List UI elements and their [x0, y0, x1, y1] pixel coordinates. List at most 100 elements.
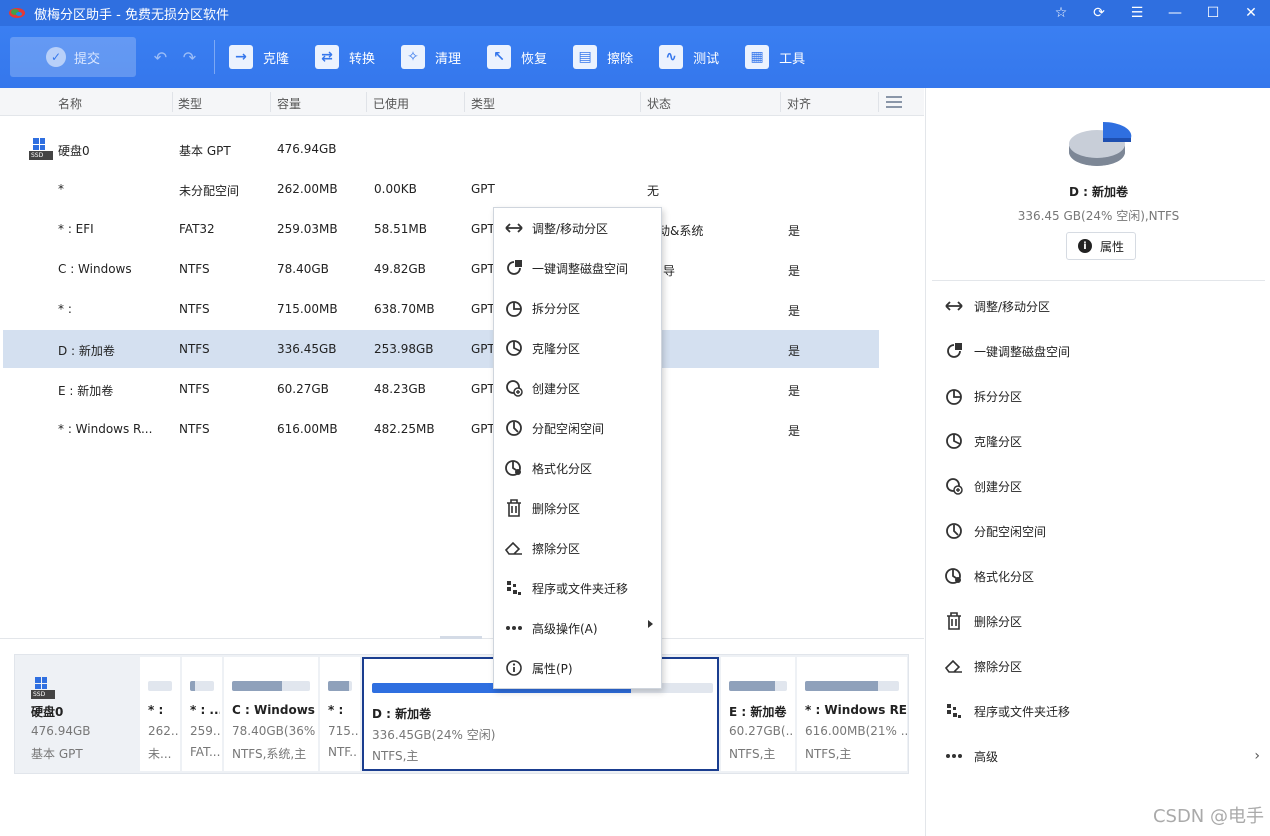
column-settings-icon[interactable] — [886, 96, 902, 108]
disk-map-disk0[interactable]: SSD 硬盘0 476.94GB 基本 GPT — [17, 657, 137, 771]
favorite-star-icon[interactable]: ☆ — [1042, 0, 1080, 26]
partition-fs: NTFS,系统,主 — [232, 747, 307, 761]
table-row[interactable]: * : EFI FAT32 259.03MB 58.51MB GPT 动&系统 … — [3, 210, 879, 248]
properties-button[interactable]: i 属性 — [1066, 232, 1136, 260]
cell-type: NTFS — [179, 342, 210, 356]
action-clone-partition[interactable]: 克隆分区 — [944, 430, 1264, 452]
partition-fs: 未... — [148, 747, 172, 761]
cell-align: 是 — [788, 224, 801, 238]
disk-map-partition[interactable]: * : 715... NTF... — [320, 657, 360, 771]
action-label: 克隆分区 — [974, 434, 1023, 449]
cell-align: 是 — [788, 344, 801, 358]
convert-label: 转换 — [349, 51, 376, 67]
col-capacity[interactable]: 容量 — [277, 95, 301, 112]
usage-bar-fill — [805, 681, 879, 691]
cell-used: 253.98GB — [374, 342, 434, 356]
action-allocate[interactable]: 分配空闲空间 — [944, 520, 1264, 542]
menu-item-clone-partition[interactable]: 克隆分区 — [494, 328, 661, 368]
undo-icon[interactable]: ↶ — [154, 48, 167, 67]
partition-name: * : ... — [190, 703, 220, 717]
action-advanced[interactable]: 高级 › — [944, 745, 1264, 767]
table-row[interactable]: C : Windows NTFS 78.40GB 49.82GB GPT 导 是 — [3, 250, 879, 288]
col-used[interactable]: 已使用 — [373, 95, 409, 112]
table-row[interactable]: * : NTFS 715.00MB 638.70MB GPT 是 — [3, 290, 879, 328]
cell-ptype: GPT — [471, 422, 495, 436]
convert-button[interactable]: ⇄ 转换 — [315, 45, 375, 69]
cell-capacity: 78.40GB — [277, 262, 329, 276]
table-row-selected[interactable]: D : 新加卷 NTFS 336.45GB 253.98GB GPT 是 — [3, 330, 879, 368]
maximize-button[interactable]: ☐ — [1194, 0, 1232, 26]
action-label: 调整/移动分区 — [974, 299, 1051, 314]
table-row-disk0[interactable]: SSD 硬盘0 基本 GPT 476.94GB — [3, 130, 879, 168]
cell-ptype: GPT — [471, 382, 495, 396]
submit-button[interactable]: ✓ 提交 — [10, 37, 136, 77]
disk-map-partition[interactable]: * : 262... 未... — [140, 657, 180, 771]
cell-name: D : 新加卷 — [58, 344, 115, 358]
usage-bar — [190, 681, 214, 691]
action-resize-move[interactable]: 调整/移动分区 — [944, 295, 1264, 317]
cell-name: * : Windows R... — [58, 422, 153, 436]
partition-detail-panel: D : 新加卷 336.45 GB(24% 空闲),NTFS i 属性 调整/移… — [925, 88, 1270, 836]
minimize-button[interactable]: — — [1156, 0, 1194, 26]
col-status[interactable]: 状态 — [647, 95, 671, 112]
menu-item-label: 调整/移动分区 — [532, 221, 609, 236]
clone-partition-icon — [504, 338, 524, 358]
partition-fs: NTFS,主 — [729, 747, 776, 761]
tools-label: 工具 — [779, 51, 806, 67]
action-split[interactable]: 拆分分区 — [944, 385, 1264, 407]
menu-item-properties[interactable]: 属性(P) — [494, 648, 661, 688]
test-button[interactable]: ∿ 测试 — [659, 45, 719, 69]
menu-item-resize-move[interactable]: 调整/移动分区 — [494, 208, 661, 248]
col-name[interactable]: 名称 — [58, 95, 82, 112]
cell-used: 58.51MB — [374, 222, 427, 236]
panel-splitter[interactable] — [0, 636, 924, 639]
restore-label: 恢复 — [521, 51, 548, 67]
action-migrate[interactable]: 程序或文件夹迁移 — [944, 700, 1264, 722]
redo-icon[interactable]: ↷ — [183, 48, 196, 67]
menu-item-label: 删除分区 — [532, 501, 581, 516]
context-menu: 调整/移动分区 一键调整磁盘空间 拆分分区 克隆分区 创建分区 分配空闲空间 格… — [493, 207, 662, 689]
col-fstype[interactable]: 类型 — [178, 95, 202, 112]
wipe-button[interactable]: ▤ 擦除 — [573, 45, 633, 69]
usage-bar — [148, 681, 172, 691]
close-button[interactable]: ✕ — [1232, 0, 1270, 26]
action-erase[interactable]: 擦除分区 — [944, 655, 1264, 677]
menu-item-split[interactable]: 拆分分区 — [494, 288, 661, 328]
restore-button[interactable]: ↖ 恢复 — [487, 45, 547, 69]
action-create[interactable]: 创建分区 — [944, 475, 1264, 497]
menu-item-advanced[interactable]: 高级操作(A) — [494, 608, 661, 648]
cell-ptype: GPT — [471, 182, 495, 196]
action-label: 创建分区 — [974, 479, 1023, 494]
menu-icon[interactable]: ☰ — [1118, 0, 1156, 26]
disk-map-partition[interactable]: C : Windows 78.40GB(36%... NTFS,系统,主 — [224, 657, 318, 771]
action-quick-adjust[interactable]: 一键调整磁盘空间 — [944, 340, 1264, 362]
action-label: 删除分区 — [974, 614, 1023, 629]
tools-button[interactable]: ▦ 工具 — [745, 45, 805, 69]
menu-item-delete[interactable]: 删除分区 — [494, 488, 661, 528]
menu-item-erase[interactable]: 擦除分区 — [494, 528, 661, 568]
refresh-icon[interactable]: ⟳ — [1080, 0, 1118, 26]
cell-align: 是 — [788, 384, 801, 398]
cell-capacity: 715.00MB — [277, 302, 338, 316]
table-row[interactable]: E : 新加卷 NTFS 60.27GB 48.23GB GPT 是 — [3, 370, 879, 408]
table-row[interactable]: * 未分配空间 262.00MB 0.00KB GPT 无 — [3, 170, 879, 208]
action-format[interactable]: 格式化分区 — [944, 565, 1264, 587]
clean-button[interactable]: ✧ 清理 — [401, 45, 461, 69]
cell-status: 导 — [663, 264, 676, 278]
menu-item-migrate[interactable]: 程序或文件夹迁移 — [494, 568, 661, 608]
clean-icon: ✧ — [401, 45, 426, 69]
menu-item-label: 属性(P) — [532, 661, 573, 676]
menu-item-allocate[interactable]: 分配空闲空间 — [494, 408, 661, 448]
menu-item-format[interactable]: 格式化分区 — [494, 448, 661, 488]
cell-name: E : 新加卷 — [58, 384, 114, 398]
col-align[interactable]: 对齐 — [787, 95, 811, 112]
menu-item-create[interactable]: 创建分区 — [494, 368, 661, 408]
menu-item-quick-adjust[interactable]: 一键调整磁盘空间 — [494, 248, 661, 288]
clone-button[interactable]: → 克隆 — [229, 45, 289, 69]
table-row[interactable]: * : Windows R... NTFS 616.00MB 482.25MB … — [3, 410, 879, 448]
disk-map-partition[interactable]: E : 新加卷 60.27GB(... NTFS,主 — [721, 657, 795, 771]
col-ptype[interactable]: 类型 — [471, 95, 495, 112]
action-delete[interactable]: 删除分区 — [944, 610, 1264, 632]
disk-map-partition[interactable]: * : Windows RE... 616.00MB(21% ... NTFS,… — [797, 657, 907, 771]
disk-map-partition[interactable]: * : ... 259... FAT... — [182, 657, 222, 771]
